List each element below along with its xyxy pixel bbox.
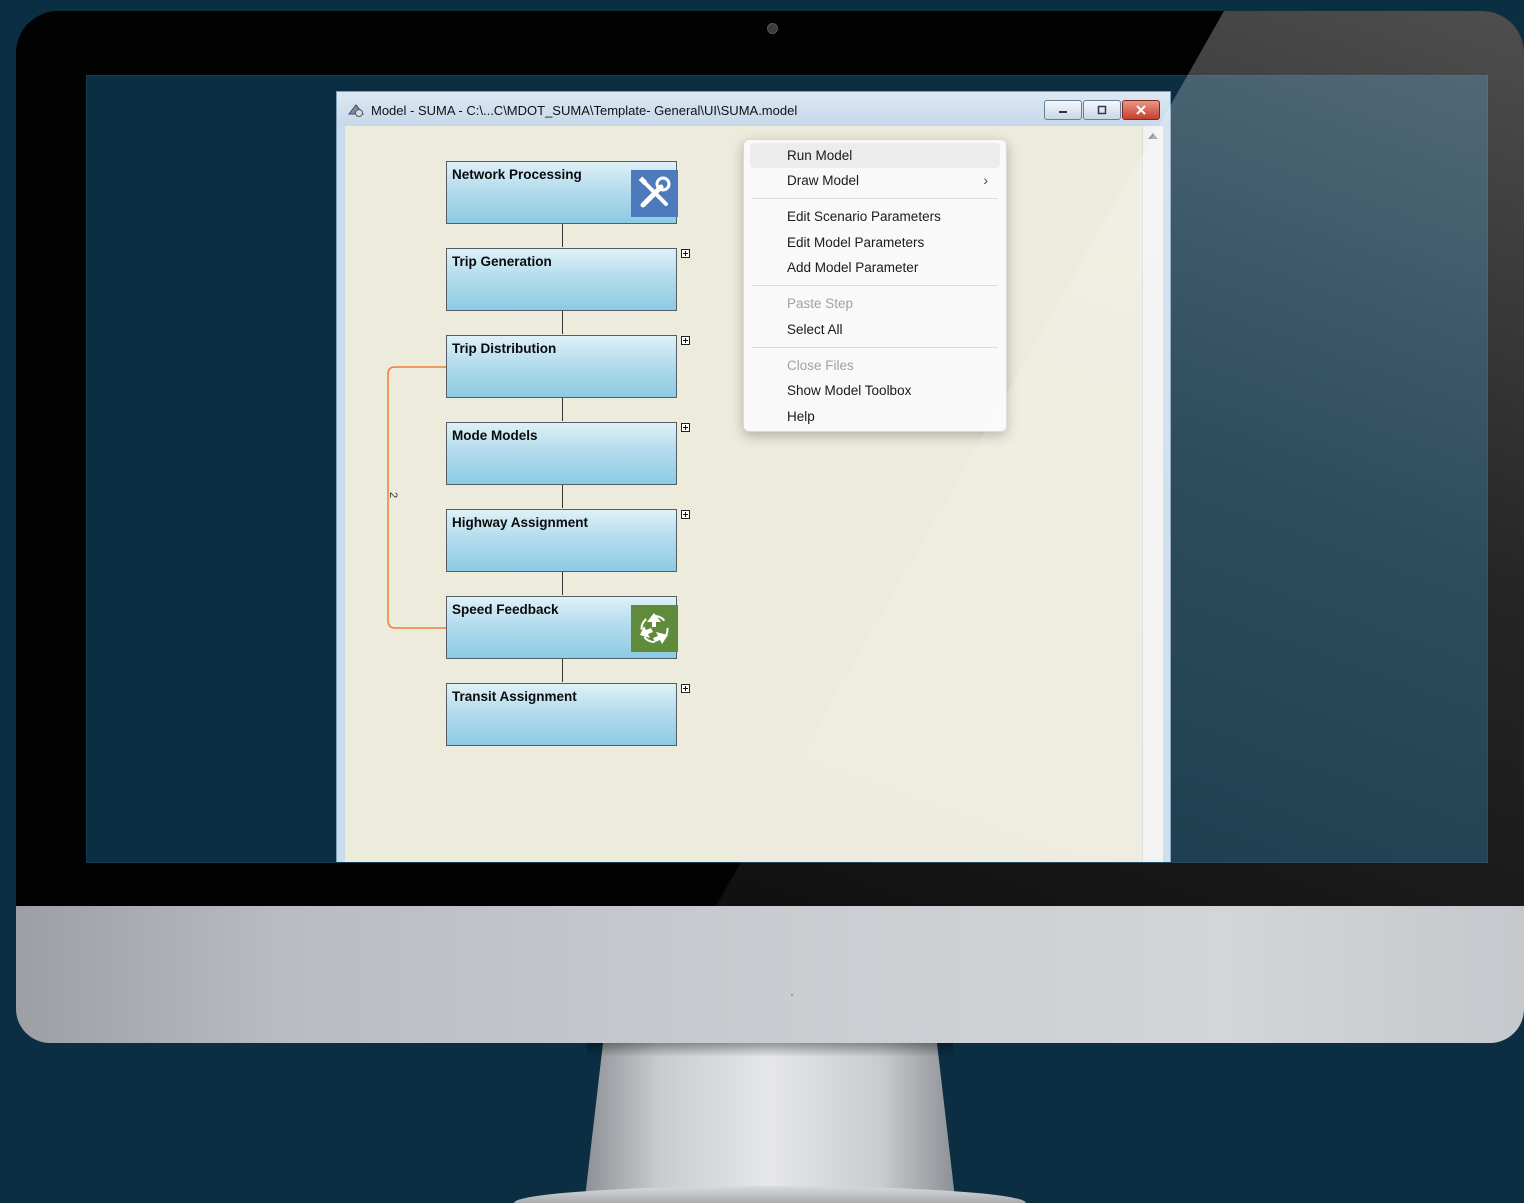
step-connector: [562, 485, 563, 508]
expand-icon[interactable]: [681, 249, 690, 258]
chevron-right-icon: ›: [983, 172, 988, 188]
menu-item-edit-scenario-parameters[interactable]: Edit Scenario Parameters: [750, 204, 1000, 229]
recycle-icon: [631, 605, 678, 652]
minimize-button[interactable]: [1044, 100, 1082, 120]
close-icon: [1136, 105, 1146, 115]
step-label: Network Processing: [452, 167, 582, 182]
step-transit-assignment[interactable]: Transit Assignment: [446, 683, 677, 746]
step-connector: [562, 659, 563, 682]
minimize-icon: [1059, 111, 1067, 113]
menu-label: Edit Scenario Parameters: [787, 209, 941, 224]
menu-label: Select All: [787, 322, 843, 337]
restore-icon: [1097, 105, 1107, 115]
menu-item-paste-step: Paste Step: [750, 291, 1000, 316]
step-mode-models[interactable]: Mode Models: [446, 422, 677, 485]
menu-item-help[interactable]: Help: [750, 404, 1000, 429]
menu-separator: [752, 347, 998, 348]
vertical-scrollbar[interactable]: [1142, 126, 1163, 862]
step-trip-generation[interactable]: Trip Generation: [446, 248, 677, 311]
step-label: Mode Models: [452, 428, 538, 443]
menu-item-show-model-toolbox[interactable]: Show Model Toolbox: [750, 378, 1000, 403]
app-icon: [347, 104, 365, 117]
expand-icon[interactable]: [681, 510, 690, 519]
menu-separator: [752, 198, 998, 199]
step-connector: [562, 572, 563, 595]
step-label: Highway Assignment: [452, 515, 589, 530]
scroll-up-arrow-icon[interactable]: [1148, 133, 1158, 139]
menu-label: Draw Model: [787, 173, 860, 188]
menu-item-edit-model-parameters[interactable]: Edit Model Parameters: [750, 230, 1000, 255]
menu-label: Help: [787, 409, 815, 424]
expand-icon[interactable]: [681, 684, 690, 693]
maximize-button[interactable]: [1083, 100, 1121, 120]
window-titlebar[interactable]: Model - SUMA - C:\...C\MDOT_SUMA\Templat…: [337, 92, 1170, 126]
menu-item-run-model[interactable]: Run Model: [750, 143, 1000, 168]
model-canvas[interactable]: 2 Network Processing Trip Generation Tri…: [345, 126, 1142, 862]
close-button[interactable]: [1122, 100, 1160, 120]
step-label: Transit Assignment: [452, 689, 577, 704]
desktop-screen: Model - SUMA - C:\...C\MDOT_SUMA\Templat…: [86, 75, 1488, 863]
chin-dot: [791, 994, 793, 996]
menu-item-select-all[interactable]: Select All: [750, 317, 1000, 342]
camera-icon: [767, 23, 778, 34]
menu-label: Show Model Toolbox: [787, 383, 912, 398]
menu-separator: [752, 285, 998, 286]
step-label: Speed Feedback: [452, 602, 559, 617]
menu-label: Edit Model Parameters: [787, 235, 925, 250]
monitor-stand: [585, 1043, 955, 1198]
step-trip-distribution[interactable]: Trip Distribution: [446, 335, 677, 398]
step-connector: [562, 398, 563, 421]
window-title: Model - SUMA - C:\...C\MDOT_SUMA\Templat…: [371, 103, 798, 118]
menu-item-close-files: Close Files: [750, 353, 1000, 378]
loop-iteration-label: 2: [387, 491, 400, 499]
step-connector: [562, 311, 563, 334]
step-highway-assignment[interactable]: Highway Assignment: [446, 509, 677, 572]
step-label: Trip Distribution: [452, 341, 557, 356]
tools-icon: [631, 170, 678, 217]
expand-icon[interactable]: [681, 423, 690, 432]
expand-icon[interactable]: [681, 336, 690, 345]
step-label: Trip Generation: [452, 254, 552, 269]
monitor-bezel: Model - SUMA - C:\...C\MDOT_SUMA\Templat…: [16, 11, 1524, 1043]
step-connector: [562, 224, 563, 247]
menu-item-draw-model[interactable]: Draw Model ›: [750, 168, 1000, 193]
menu-label: Add Model Parameter: [787, 260, 919, 275]
step-speed-feedback[interactable]: Speed Feedback: [446, 596, 678, 659]
menu-label: Paste Step: [787, 296, 854, 311]
stand-shadow: [587, 1043, 953, 1057]
step-network-processing[interactable]: Network Processing: [446, 161, 678, 224]
menu-item-add-model-parameter[interactable]: Add Model Parameter: [750, 255, 1000, 280]
context-menu: Run Model Draw Model › Edit Scenario Para…: [743, 139, 1007, 432]
menu-label: Run Model: [787, 148, 853, 163]
menu-label: Close Files: [787, 358, 854, 373]
monitor-chin: [16, 906, 1524, 1043]
model-window: Model - SUMA - C:\...C\MDOT_SUMA\Templat…: [336, 91, 1171, 862]
